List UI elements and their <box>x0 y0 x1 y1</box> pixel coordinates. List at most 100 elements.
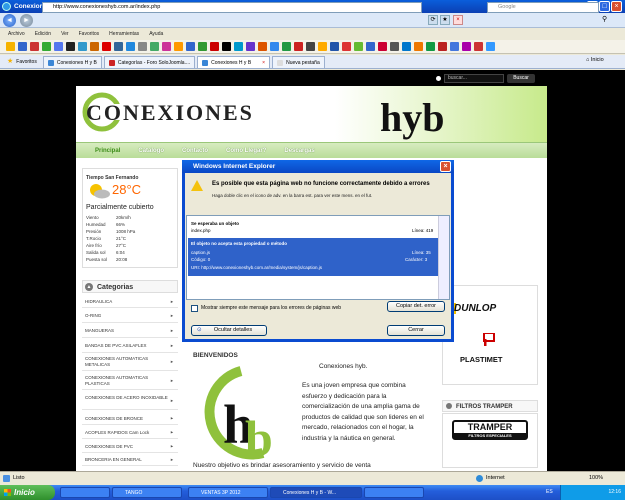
category-item[interactable]: BANDAS DE PVC ASILAFLEX ► <box>82 339 178 353</box>
tab-new[interactable]: Nueva pestaña <box>272 56 325 68</box>
toolbar-link-icon[interactable] <box>282 42 291 51</box>
close-window-button[interactable]: × <box>611 1 622 12</box>
stop-icon[interactable]: × <box>453 15 463 25</box>
error-list-scrollbar[interactable] <box>438 216 449 299</box>
category-item[interactable]: CONEXIONES DE BRONCE ► <box>82 412 178 425</box>
nav-descargas[interactable]: Descargas <box>275 143 323 158</box>
task-tango[interactable]: TANGO <box>112 487 182 498</box>
tab-conexiones-1[interactable]: Conexiones H y B <box>42 56 102 68</box>
task-item[interactable] <box>364 487 424 498</box>
site-search-input[interactable]: buscar... <box>444 74 504 83</box>
toolbar-link-icon[interactable] <box>330 42 339 51</box>
home-button[interactable]: ⌂ Inicio <box>586 57 604 63</box>
search-icon[interactable]: ⚲ <box>602 15 612 25</box>
toolbar-link-icon[interactable] <box>30 42 39 51</box>
toolbar-link-icon[interactable] <box>138 42 147 51</box>
toolbar-link-icon[interactable] <box>102 42 111 51</box>
back-arrow-icon[interactable]: ◄ <box>3 14 16 27</box>
toolbar-link-icon[interactable] <box>318 42 327 51</box>
favorites-star-icon[interactable]: ★ <box>440 15 450 25</box>
favorites-star-icon[interactable] <box>6 42 15 51</box>
category-item[interactable]: MANGUERAS ► <box>82 324 178 338</box>
task-item[interactable] <box>60 487 110 498</box>
toolbar-link-icon[interactable] <box>234 42 243 51</box>
forward-arrow-icon[interactable]: ► <box>20 14 33 27</box>
toolbar-link-icon[interactable] <box>198 42 207 51</box>
category-item[interactable]: CONEXIONES DE ACERO INOXIDABLE ► <box>82 393 178 410</box>
toolbar-link-icon[interactable] <box>246 42 255 51</box>
toolbar-link-icon[interactable] <box>114 42 123 51</box>
category-item[interactable]: CONEXIONES DE PVC ► <box>82 440 178 453</box>
start-button[interactable]: Inicio <box>0 485 55 500</box>
toolbar-link-icon[interactable] <box>18 42 27 51</box>
toolbar-link-icon[interactable] <box>402 42 411 51</box>
toolbar-link-icon[interactable] <box>486 42 495 51</box>
site-search-button[interactable]: Buscar <box>507 74 535 83</box>
dialog-close-button[interactable]: × <box>440 161 451 172</box>
toolbar-link-icon[interactable] <box>378 42 387 51</box>
search-input[interactable]: Google <box>487 2 599 13</box>
toolbar-link-icon[interactable] <box>438 42 447 51</box>
tab-conexiones-active[interactable]: Conexiones H y B × <box>197 56 271 69</box>
toolbar-link-icon[interactable] <box>342 42 351 51</box>
always-show-checkbox[interactable] <box>191 305 198 312</box>
menu-ayuda[interactable]: Ayuda <box>149 29 163 39</box>
category-item[interactable]: CONEXIONES AUTOMATICAS PLASTICAS ► <box>82 373 178 390</box>
menu-edicion[interactable]: Edición <box>35 29 51 39</box>
toolbar-link-icon[interactable] <box>426 42 435 51</box>
nav-principal[interactable]: Principal <box>86 143 129 158</box>
toolbar-link-icon[interactable] <box>186 42 195 51</box>
nav-contacto[interactable]: Contacto <box>173 143 217 158</box>
task-ie-active[interactable]: Conexiones H y B - W... <box>270 487 362 498</box>
toolbar-link-icon[interactable] <box>90 42 99 51</box>
menu-ver[interactable]: Ver <box>61 29 69 39</box>
menu-favoritos[interactable]: Favoritos <box>79 29 100 39</box>
toolbar-link-icon[interactable] <box>42 42 51 51</box>
close-tab-icon[interactable]: × <box>262 57 265 69</box>
menu-herramientas[interactable]: Herramientas <box>109 29 139 39</box>
category-item[interactable]: HIDRAULICA ► <box>82 296 178 308</box>
toolbar-link-icon[interactable] <box>306 42 315 51</box>
copy-error-button[interactable]: Copiar det. error <box>387 301 445 312</box>
toolbar-link-icon[interactable] <box>162 42 171 51</box>
zoom-level[interactable]: 100% <box>589 472 603 485</box>
nav-catalogo[interactable]: Catalogo <box>129 143 173 158</box>
toolbar-link-icon[interactable] <box>222 42 231 51</box>
maximize-button[interactable]: □ <box>599 1 610 12</box>
refresh-icon[interactable]: ⟳ <box>428 15 438 25</box>
favorites-button[interactable]: ★ Favoritos <box>3 56 41 68</box>
nav-como-llegar[interactable]: Como Llegar? <box>217 143 275 158</box>
toolbar-link-icon[interactable] <box>66 42 75 51</box>
toolbar-link-icon[interactable] <box>210 42 219 51</box>
toolbar-link-icon[interactable] <box>414 42 423 51</box>
toolbar-link-icon[interactable] <box>150 42 159 51</box>
brand-tramper[interactable]: TRAMPER FILTROS ESPECIALES <box>452 420 528 440</box>
toolbar-link-icon[interactable] <box>270 42 279 51</box>
toolbar-link-icon[interactable] <box>354 42 363 51</box>
toolbar-link-icon[interactable] <box>450 42 459 51</box>
address-input[interactable]: http://www.conexioneshyb.com.ar/index.ph… <box>42 2 422 13</box>
hide-details-button[interactable]: ⊙ Ocultar detalles <box>191 325 267 336</box>
toolbar-link-icon[interactable] <box>174 42 183 51</box>
toolbar-link-icon[interactable] <box>462 42 471 51</box>
toolbar-link-icon[interactable] <box>366 42 375 51</box>
task-ventas[interactable]: VENTAS 3P 2012 <box>188 487 268 498</box>
toolbar-link-icon[interactable] <box>474 42 483 51</box>
category-item[interactable]: CONEXIONES AUTOMATICAS METALICAS ► <box>82 354 178 371</box>
category-item[interactable]: ACOPLES RAPIDOS Cam Lock ► <box>82 426 178 439</box>
category-item[interactable]: O-RING ► <box>82 309 178 323</box>
close-button[interactable]: Cerrar <box>387 325 445 336</box>
brand-dunlop[interactable]: DUNLOP <box>454 303 496 314</box>
toolbar-link-icon[interactable] <box>390 42 399 51</box>
category-item[interactable]: BRONCERIA EN GENERAL ► <box>82 454 178 466</box>
language-indicator[interactable]: ES <box>546 485 553 500</box>
menu-archivo[interactable]: Archivo <box>8 29 25 39</box>
toolbar-link-icon[interactable] <box>54 42 63 51</box>
toolbar-link-icon[interactable] <box>294 42 303 51</box>
tab-foro-solojoomla[interactable]: Categorías - Foro SoloJoomla.... <box>103 56 196 68</box>
toolbar-link-icon[interactable] <box>126 42 135 51</box>
brand-plastimet[interactable]: PLASTIMET <box>460 355 503 364</box>
chevron-up-icon[interactable]: ▲ <box>85 283 93 291</box>
toolbar-link-icon[interactable] <box>258 42 267 51</box>
toolbar-link-icon[interactable] <box>78 42 87 51</box>
